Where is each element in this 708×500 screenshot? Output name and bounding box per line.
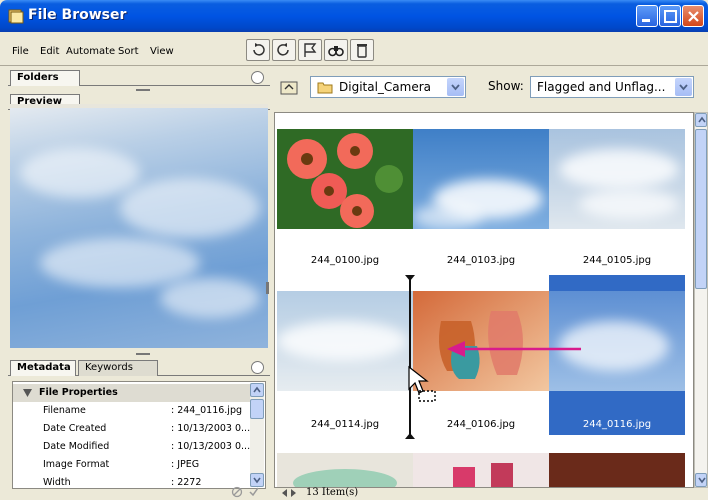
metadata-row: Image Format : JPEG	[43, 459, 200, 470]
scroll-thumb[interactable]	[250, 399, 264, 419]
rotate-left-button[interactable]	[246, 39, 270, 61]
close-icon	[688, 11, 699, 22]
thumbnail-image	[277, 129, 413, 229]
rotate-right-icon	[277, 43, 289, 56]
metadata-tabrow: Metadata Keywords	[8, 358, 270, 376]
grid-scrollbar[interactable]	[694, 112, 708, 488]
bowl-photo	[293, 469, 397, 487]
minimize-button[interactable]	[636, 5, 658, 27]
search-button[interactable]	[324, 39, 348, 61]
resize-grip[interactable]	[136, 89, 150, 91]
insertion-marker	[405, 275, 415, 439]
thumbnail-filename: 244_0114.jpg	[310, 419, 380, 430]
item-count: 13 Item(s)	[306, 487, 359, 498]
menu-file[interactable]: File	[12, 46, 29, 57]
thumbnail-image	[549, 129, 685, 229]
folders-menu-button[interactable]	[251, 71, 264, 84]
triangle-down-icon	[23, 389, 32, 397]
thumbnail-filename: 244_0106.jpg	[446, 419, 516, 430]
thumbnail-image	[549, 453, 685, 487]
preview-image	[10, 108, 268, 348]
title-bar: File Browser	[0, 0, 708, 32]
minimize-icon	[642, 19, 650, 22]
checkmark-icon[interactable]	[248, 486, 260, 498]
flowers-photo	[277, 129, 413, 229]
resize-grip-lower[interactable]	[136, 353, 150, 355]
menu-view[interactable]: View	[150, 46, 174, 57]
left-pane: Folders Preview Metadata Keywords File P…	[8, 66, 270, 500]
folder-select[interactable]: Digital_Camera	[310, 76, 466, 98]
folder-icon	[317, 82, 333, 94]
menu-automate[interactable]: Automate	[66, 46, 115, 57]
thumbnail-filename: 244_0100.jpg	[310, 255, 380, 266]
drag-direction-arrow	[447, 341, 581, 357]
tab-metadata[interactable]: Metadata	[10, 360, 76, 376]
tab-keywords[interactable]: Keywords	[78, 360, 158, 376]
thumbnail-filename: 244_0116.jpg	[582, 419, 652, 430]
rotate-right-button[interactable]	[272, 39, 296, 61]
scroll-up-button[interactable]	[250, 383, 264, 397]
metadata-section-header[interactable]: File Properties	[13, 384, 253, 402]
close-button[interactable]	[682, 5, 704, 27]
no-entry-icon[interactable]	[231, 486, 243, 498]
drag-cursor-icon	[408, 365, 436, 402]
thumbnail-image	[277, 453, 413, 487]
chevron-down-icon	[698, 477, 706, 484]
right-pane: Digital_Camera Show: Flagged and Unflag.…	[272, 66, 708, 500]
metadata-scrollbar[interactable]	[250, 383, 264, 487]
splitter-handle[interactable]	[266, 282, 269, 294]
grid-scroll-down-button[interactable]	[695, 473, 707, 487]
show-filter-value: Flagged and Unflag...	[537, 80, 666, 94]
maximize-icon	[664, 10, 677, 23]
thumbnail-image	[413, 129, 549, 229]
menu-sort[interactable]: Sort	[118, 46, 139, 57]
thumbnail-filename: 244_0103.jpg	[446, 255, 516, 266]
folder-dropdown-button[interactable]	[447, 78, 464, 96]
tab-folders[interactable]: Folders	[10, 70, 80, 86]
vases-photo	[453, 463, 513, 487]
flag-button[interactable]	[298, 39, 322, 61]
grid-scroll-thumb[interactable]	[695, 129, 707, 289]
maximize-button[interactable]	[659, 5, 681, 27]
folder-select-value: Digital_Camera	[339, 80, 432, 94]
metadata-row: Filename : 244_0116.jpg	[43, 405, 242, 416]
metadata-row: Date Modified : 10/13/2003 0...	[43, 441, 251, 452]
folder-up-icon[interactable]	[280, 79, 298, 95]
chevron-up-icon	[698, 116, 706, 123]
menu-edit[interactable]: Edit	[40, 46, 59, 57]
app-icon	[8, 9, 24, 24]
status-bar: 13 Item(s)	[272, 486, 708, 500]
window-title: File Browser	[28, 7, 127, 23]
thumbnail-image	[277, 291, 413, 391]
rotate-left-icon	[253, 43, 265, 56]
metadata-row: Date Created : 10/13/2003 0...	[43, 423, 251, 434]
thumbnail-image	[413, 453, 549, 487]
metadata-menu-button[interactable]	[251, 361, 264, 374]
show-filter-select[interactable]: Flagged and Unflag...	[530, 76, 694, 98]
expand-arrows-icon[interactable]	[282, 488, 296, 498]
flag-icon	[304, 43, 317, 57]
left-status-bar	[8, 484, 270, 500]
chevron-up-icon	[253, 386, 261, 393]
show-dropdown-button[interactable]	[675, 78, 692, 96]
navigation-bar: Digital_Camera Show: Flagged and Unflag.…	[272, 66, 708, 110]
menu-bar: File Edit Automate Sort View	[0, 32, 708, 66]
thumbnail-grid: 244_0100.jpg 244_0103.jpg 244_0105.jpg 2…	[274, 112, 694, 488]
trash-icon	[357, 44, 367, 58]
thumbnail-filename: 244_0105.jpg	[582, 255, 652, 266]
binoculars-icon	[328, 46, 344, 57]
folders-tabrow: Folders	[8, 68, 270, 86]
metadata-table: File Properties Filename : 244_0116.jpg …	[12, 381, 266, 489]
grid-scroll-up-button[interactable]	[695, 113, 707, 127]
chevron-down-icon	[451, 84, 460, 91]
show-label: Show:	[488, 79, 524, 93]
chevron-down-icon	[679, 84, 688, 91]
delete-button[interactable]	[350, 39, 374, 61]
